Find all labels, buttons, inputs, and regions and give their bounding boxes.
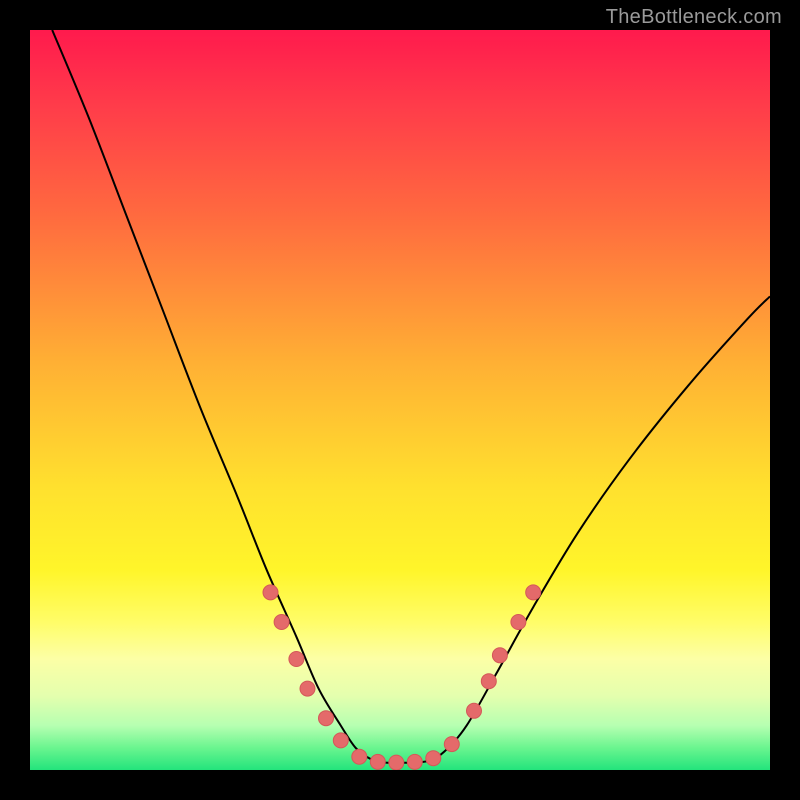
curve-marker (389, 755, 404, 770)
watermark-text: TheBottleneck.com (606, 6, 782, 29)
curve-marker (263, 585, 278, 600)
curve-marker (274, 615, 289, 630)
curve-marker (319, 711, 334, 726)
curve-marker (511, 615, 526, 630)
bottleneck-chart-svg (30, 30, 770, 770)
curve-marker (426, 751, 441, 766)
curve-marker (289, 652, 304, 667)
chart-plot-area (30, 30, 770, 770)
curve-marker (300, 681, 315, 696)
curve-marker (526, 585, 541, 600)
curve-marker (333, 733, 348, 748)
curve-marker (370, 754, 385, 769)
curve-marker (467, 703, 482, 718)
curve-marker (407, 754, 422, 769)
curve-marker (481, 674, 496, 689)
curve-marker (444, 737, 459, 752)
bottleneck-curve-path (52, 30, 770, 763)
curve-marker-group (263, 585, 541, 770)
curve-marker (492, 648, 507, 663)
curve-marker (352, 749, 367, 764)
